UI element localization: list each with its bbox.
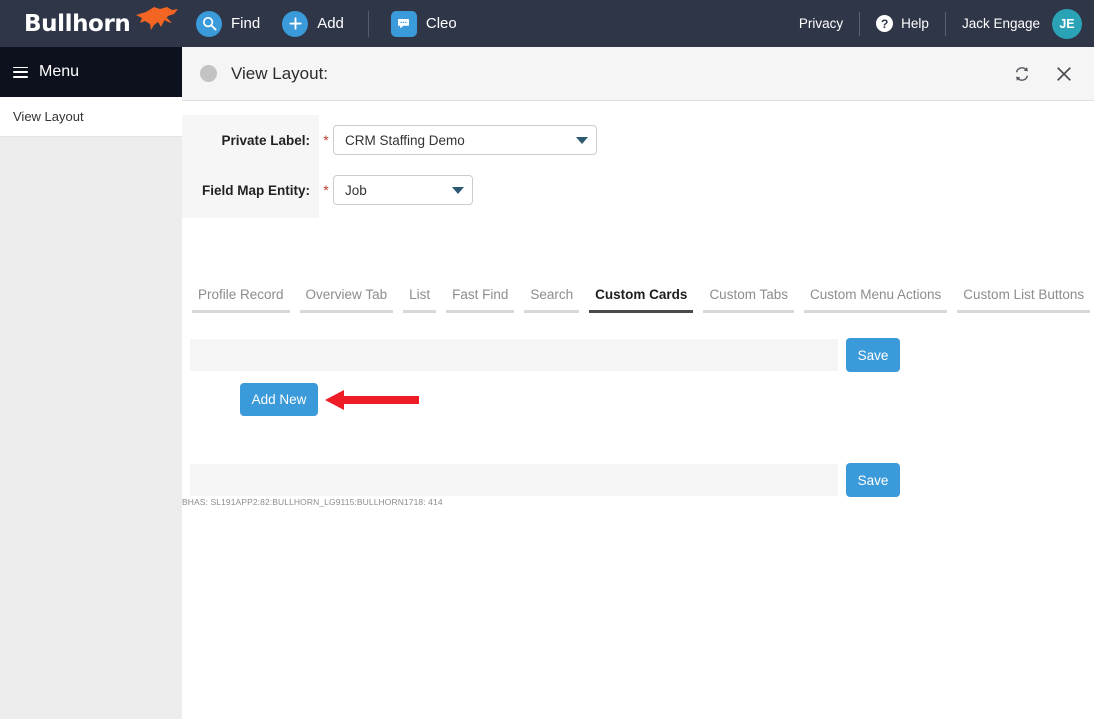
chat-icon bbox=[390, 10, 417, 37]
right-divider-2 bbox=[944, 11, 946, 36]
tab-custom-menu-actions[interactable]: Custom Menu Actions bbox=[803, 287, 948, 313]
main-panel: View Layout: Private Label: * CRM Staffi… bbox=[182, 47, 1094, 719]
tab-bar: Profile Record Overview Tab List Fast Fi… bbox=[192, 287, 1094, 313]
nav-add-label: Add bbox=[317, 15, 344, 32]
required-asterisk: * bbox=[323, 182, 329, 198]
add-new-button[interactable]: Add New bbox=[240, 383, 318, 416]
panel-actions bbox=[994, 60, 1078, 88]
nav-find[interactable]: Find bbox=[196, 10, 261, 37]
sidebar-item-label: View Layout bbox=[13, 109, 84, 124]
private-label-label: Private Label: bbox=[221, 132, 310, 148]
plus-icon bbox=[282, 10, 309, 37]
nav-find-label: Find bbox=[231, 15, 261, 32]
tab-profile-record[interactable]: Profile Record bbox=[192, 287, 290, 313]
sidebar-item-view-layout[interactable]: View Layout bbox=[0, 97, 182, 137]
bull-icon bbox=[134, 5, 180, 36]
field-map-entity-value: Job bbox=[345, 182, 367, 198]
help-label: Help bbox=[901, 16, 929, 31]
hamburger-icon bbox=[13, 66, 28, 78]
save-button-top[interactable]: Save bbox=[846, 338, 900, 372]
chevron-down-icon bbox=[452, 186, 464, 194]
nav-add[interactable]: Add bbox=[282, 10, 344, 37]
right-divider-1 bbox=[859, 11, 861, 36]
tab-overview-tab[interactable]: Overview Tab bbox=[299, 287, 394, 313]
avatar[interactable]: JE bbox=[1052, 8, 1082, 39]
field-row-field-map-entity: Field Map Entity: * Job bbox=[182, 175, 473, 205]
field-map-entity-select[interactable]: Job bbox=[333, 175, 473, 205]
chevron-down-icon bbox=[576, 136, 588, 144]
refresh-icon[interactable] bbox=[1008, 60, 1036, 88]
panel-header: View Layout: bbox=[182, 47, 1094, 101]
tab-list[interactable]: List bbox=[403, 287, 437, 313]
tab-fast-find[interactable]: Fast Find bbox=[446, 287, 515, 313]
nav-cleo[interactable]: Cleo bbox=[390, 10, 457, 37]
bullhorn-logo[interactable]: Bullhorn bbox=[24, 7, 179, 37]
private-label-select[interactable]: CRM Staffing Demo bbox=[333, 125, 597, 155]
sidebar: Menu View Layout bbox=[0, 47, 182, 719]
primary-nav: Find Add Cleo bbox=[196, 10, 479, 37]
page-title: View Layout: bbox=[231, 63, 329, 83]
question-mark-icon: ? bbox=[876, 15, 894, 32]
tab-custom-list-buttons[interactable]: Custom List Buttons bbox=[957, 287, 1091, 313]
field-map-entity-label: Field Map Entity: bbox=[202, 182, 310, 198]
field-row-private-label: Private Label: * CRM Staffing Demo bbox=[182, 125, 597, 155]
save-button-bottom[interactable]: Save bbox=[846, 463, 900, 497]
help-button[interactable]: ? Help bbox=[876, 15, 929, 32]
status-dot-icon bbox=[200, 65, 217, 82]
save-toolbar-bottom: Save bbox=[190, 463, 900, 497]
top-right-actions: Privacy ? Help Jack Engage JE bbox=[799, 8, 1082, 39]
menu-label: Menu bbox=[39, 63, 80, 80]
status-text: BHAS: SL191APP2:82:BULLHORN_LG9115:BULLH… bbox=[182, 497, 443, 507]
nav-cleo-label: Cleo bbox=[425, 15, 457, 32]
required-asterisk: * bbox=[323, 132, 329, 148]
layout-form: Private Label: * CRM Staffing Demo Field… bbox=[182, 101, 1094, 226]
menu-toggle[interactable]: Menu bbox=[0, 47, 182, 97]
private-label-value: CRM Staffing Demo bbox=[345, 132, 465, 148]
top-navigation-bar: Bullhorn Find Add Cleo Privacy ? Help Ja… bbox=[0, 0, 1094, 47]
tab-search[interactable]: Search bbox=[524, 287, 580, 313]
privacy-link[interactable]: Privacy bbox=[799, 16, 843, 31]
user-name[interactable]: Jack Engage bbox=[962, 16, 1040, 31]
close-icon[interactable] bbox=[1050, 60, 1078, 88]
search-icon bbox=[196, 10, 222, 37]
nav-divider bbox=[367, 10, 369, 37]
save-toolbar-top: Save bbox=[190, 338, 900, 372]
annotation-arrow bbox=[322, 387, 422, 413]
tab-custom-cards[interactable]: Custom Cards bbox=[589, 287, 694, 313]
tab-custom-tabs[interactable]: Custom Tabs bbox=[703, 287, 794, 313]
brand-name: Bullhorn bbox=[24, 10, 131, 37]
